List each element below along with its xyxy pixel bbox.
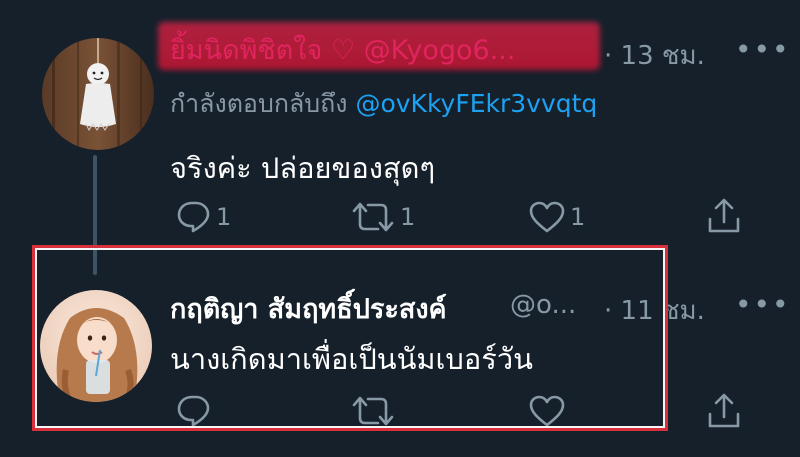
like-icon [529, 201, 565, 233]
share-button[interactable] [706, 197, 742, 235]
more-options-button[interactable]: ••• [735, 33, 791, 66]
more-options-button[interactable]: ••• [735, 288, 791, 321]
replying-to-label: กำลังตอบกลับถึง [170, 89, 348, 118]
avatar[interactable] [40, 290, 152, 402]
reply-icon [177, 201, 210, 233]
reply-button[interactable] [176, 394, 212, 428]
timestamp[interactable]: · 11 ชม. [604, 290, 705, 331]
replying-to: กำลังตอบกลับถึง @ovKkyFEkr3vvqtq [170, 84, 597, 124]
like-button[interactable] [528, 394, 566, 428]
tweet-text: จริงค่ะ ปล่อยของสุดๆ [170, 151, 436, 185]
retweet-icon [352, 202, 394, 232]
display-name[interactable]: กฤติญา สัมฤทธิ์ประสงค์ [170, 287, 447, 330]
like-icon [529, 395, 565, 427]
retweet-icon [352, 396, 394, 426]
reply-button[interactable]: 1 [176, 200, 231, 234]
share-icon [708, 393, 740, 428]
like-button[interactable]: 1 [528, 200, 585, 234]
share-icon [708, 198, 740, 233]
like-count: 1 [570, 203, 586, 231]
reply-icon [177, 395, 210, 427]
reply-count: 1 [216, 203, 232, 231]
retweet-count: 1 [400, 203, 416, 231]
tweet-thread: ยิ้มนิดพิชิตใจ ♡ @Kyogo6... · 13 ชม. •••… [0, 0, 800, 457]
avatar[interactable] [42, 38, 154, 150]
retweet-button[interactable]: 1 [350, 200, 415, 234]
share-button[interactable] [706, 392, 742, 430]
thread-connector-line [93, 155, 97, 275]
display-name[interactable]: ยิ้มนิดพิชิตใจ ♡ @Kyogo6... [170, 28, 515, 71]
retweet-button[interactable] [350, 394, 396, 428]
timestamp[interactable]: · 13 ชม. [604, 35, 705, 76]
tweet-text: นางเกิดมาเพื่อเป็นนัมเบอร์วัน [170, 342, 533, 376]
handle[interactable]: @o... [510, 290, 576, 320]
replying-to-handle[interactable]: @ovKkyFEkr3vvqtq [355, 89, 597, 118]
